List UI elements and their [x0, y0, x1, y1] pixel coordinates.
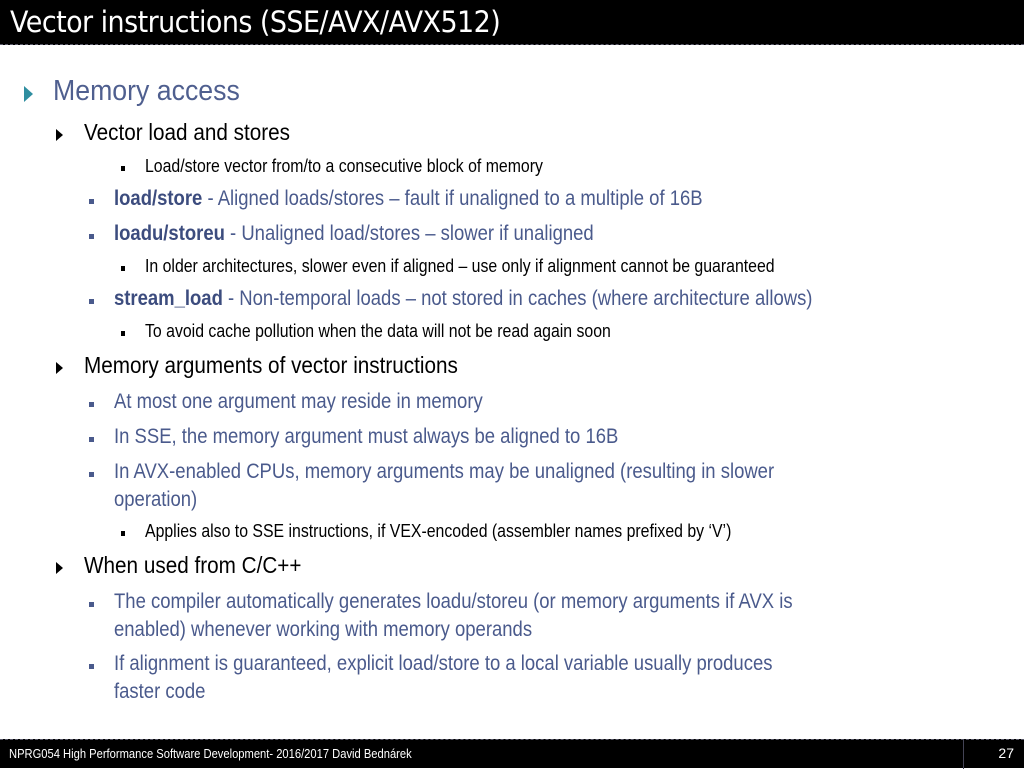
title-bar: Vector instructions (SSE/AVX/AVX512)	[0, 0, 1024, 45]
square-bullet-icon	[121, 266, 125, 271]
square-bullet-icon	[89, 664, 94, 669]
footer-divider	[963, 740, 964, 769]
square-bullet-icon	[89, 437, 94, 442]
square-bullet-icon	[89, 402, 94, 407]
heading-memory-access: Memory access	[53, 75, 240, 107]
item-one-argument: At most one argument may reside in memor…	[114, 390, 483, 413]
note-vex-encoded: Applies also to SSE instructions, if VEX…	[145, 521, 732, 541]
triangle-bullet-icon	[56, 129, 63, 141]
item-avx-unaligned-cont: operation)	[114, 488, 198, 511]
item-alignment-guaranteed-cont: faster code	[114, 680, 206, 703]
item-loadu-storeu: loadu/storeu - Unaligned load/stores – s…	[114, 222, 594, 245]
section-c-cpp: When used from C/C++	[84, 552, 302, 578]
item-alignment-guaranteed: If alignment is guaranteed, explicit loa…	[114, 652, 773, 675]
section-memory-arguments: Memory arguments of vector instructions	[84, 352, 458, 378]
square-bullet-icon	[121, 166, 125, 171]
footer-bar: NPRG054 High Performance Software Develo…	[0, 739, 1024, 769]
triangle-bullet-icon	[56, 362, 63, 374]
square-bullet-icon	[89, 199, 94, 204]
item-compiler-generates: The compiler automatically generates loa…	[114, 590, 793, 613]
item-sse-aligned: In SSE, the memory argument must always …	[114, 425, 619, 448]
section-vector-load-stores: Vector load and stores	[84, 119, 290, 145]
page-number: 27	[998, 745, 1014, 761]
square-bullet-icon	[89, 602, 94, 607]
item-load-store: load/store - Aligned loads/stores – faul…	[114, 187, 703, 210]
triangle-bullet-icon	[56, 562, 63, 574]
item-compiler-generates-cont: enabled) whenever working with memory op…	[114, 618, 533, 641]
slide-title: Vector instructions (SSE/AVX/AVX512)	[10, 5, 501, 39]
square-bullet-icon	[89, 472, 94, 477]
footer-text: NPRG054 High Performance Software Develo…	[9, 746, 412, 761]
item-stream-load: stream_load - Non-temporal loads – not s…	[114, 287, 813, 310]
square-bullet-icon	[121, 331, 125, 336]
triangle-bullet-icon	[24, 86, 33, 102]
square-bullet-icon	[121, 531, 125, 536]
note-consecutive-block: Load/store vector from/to a consecutive …	[145, 156, 543, 176]
square-bullet-icon	[89, 299, 94, 304]
note-cache-pollution: To avoid cache pollution when the data w…	[145, 321, 611, 341]
note-older-architectures: In older architectures, slower even if a…	[145, 256, 775, 276]
square-bullet-icon	[89, 234, 94, 239]
item-avx-unaligned: In AVX-enabled CPUs, memory arguments ma…	[114, 460, 775, 483]
